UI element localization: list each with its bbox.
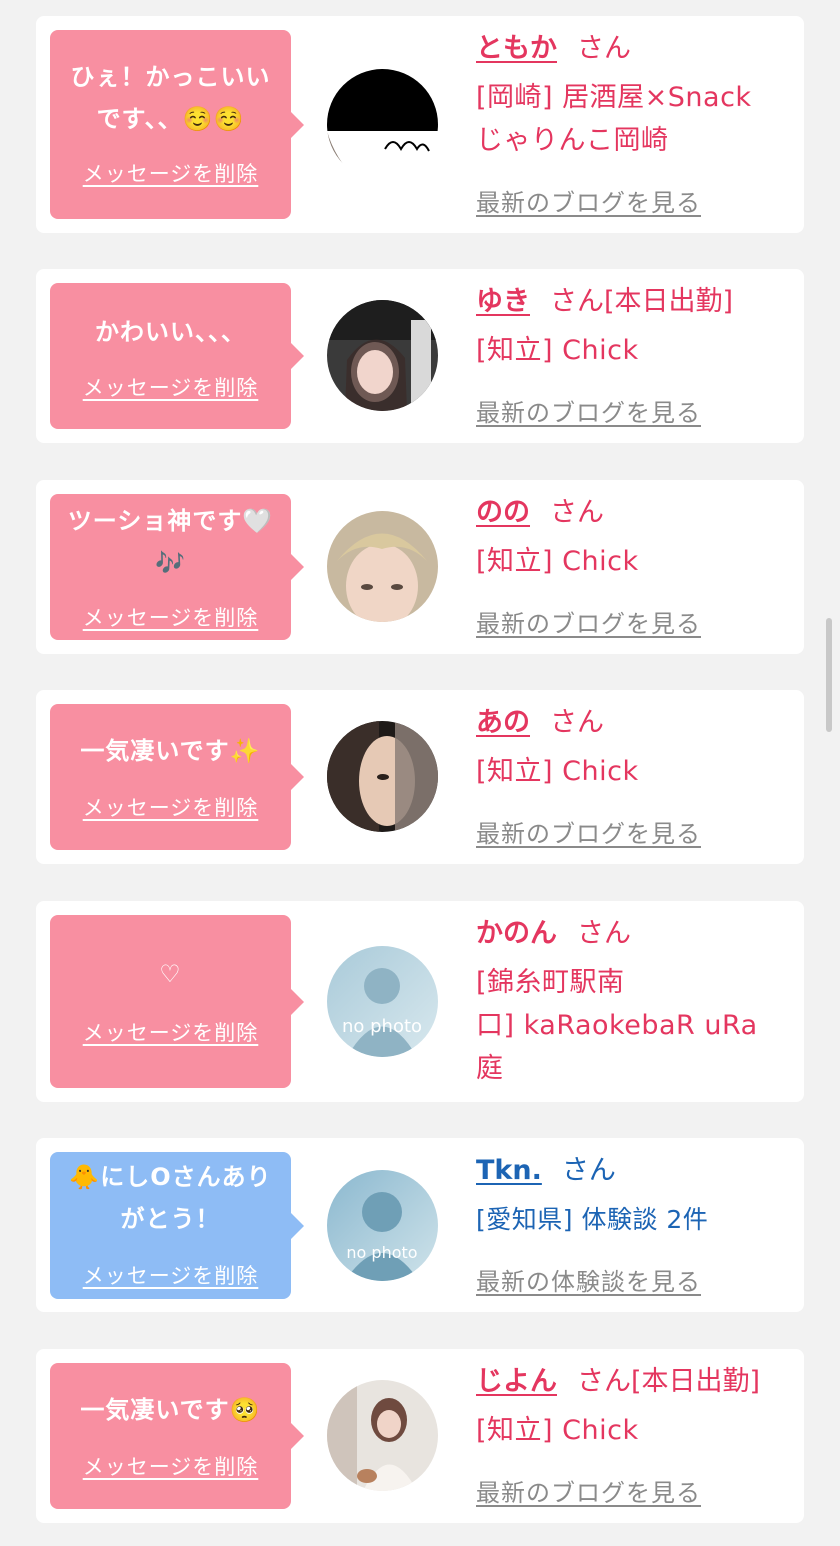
avatar[interactable]: [327, 721, 438, 832]
delete-message-link[interactable]: メッセージを削除: [50, 158, 291, 188]
sender-name-line: Tkn. さん: [476, 1154, 616, 1188]
latest-review-link[interactable]: 最新の体験談を見る: [476, 1262, 701, 1297]
shop-line: 庭: [476, 1053, 504, 1084]
message-text: 一気凄いです🥺: [54, 1389, 287, 1431]
message-text: ツーショ神です🤍 🎶: [54, 500, 287, 584]
message-line: 🐥にしOさんあり: [69, 1163, 272, 1191]
message-line: がとう！: [120, 1205, 221, 1233]
message-bubble: 一気凄いです🥺 メッセージを削除: [50, 1363, 304, 1509]
sender-name-line: ともか さん: [476, 32, 631, 66]
sender-name-link[interactable]: のの: [476, 497, 530, 528]
message-card: ツーショ神です🤍 🎶 メッセージを削除 のの さん [知立] Chick 最新のブ…: [36, 480, 804, 654]
san-suffix: さん[本日出勤]: [577, 1366, 761, 1397]
message-line: ひぇ！かっこいい: [70, 63, 271, 91]
avatar[interactable]: [327, 511, 438, 622]
sender-name-link[interactable]: Tkn.: [476, 1155, 542, 1186]
avatar[interactable]: no photo: [327, 946, 438, 1057]
message-card: 一気凄いです✨ メッセージを削除 あの さん [知立] Chick 最新のブログを…: [36, 690, 804, 864]
avatar[interactable]: [327, 1380, 438, 1491]
san-suffix: さん: [577, 918, 631, 949]
message-card: ♡ メッセージを削除 no photo かのん さん [錦糸町駅南 口] kaRa…: [36, 901, 804, 1102]
sender-name-link[interactable]: ともか: [476, 33, 557, 64]
message-line: ♡: [159, 960, 182, 988]
message-bubble: ひぇ！かっこいい です、、☺️☺️ メッセージを削除: [50, 30, 304, 219]
shop-line: [知立] Chick: [476, 1415, 639, 1446]
message-card: かわいい、、、 メッセージを削除 ゆき さん[本日出勤] [知立] Chick 最…: [36, 269, 804, 443]
shop-info: [愛知県] 体験談 2件: [476, 1198, 786, 1241]
message-text: 🐥にしOさんあり がとう！: [54, 1156, 287, 1240]
latest-blog-link[interactable]: 最新のブログを見る: [476, 814, 701, 849]
message-text: 一気凄いです✨: [54, 730, 287, 772]
shop-line: [愛知県] 体験談 2件: [476, 1205, 709, 1234]
sender-name-link[interactable]: じよん: [476, 1366, 557, 1397]
message-card: 🐥にしOさんあり がとう！ メッセージを削除 no photo Tkn. さん […: [36, 1138, 804, 1312]
latest-blog-link[interactable]: 最新のブログを見る: [476, 393, 701, 428]
message-line: ツーショ神です🤍: [67, 507, 274, 535]
sender-name-line: あの さん: [476, 706, 604, 740]
delete-message-link[interactable]: メッセージを削除: [50, 1017, 291, 1047]
sender-name-line: かのん さん: [476, 917, 631, 951]
avatar[interactable]: [327, 300, 438, 411]
message-line: 🎶: [155, 549, 186, 577]
message-text: かわいい、、、: [54, 311, 287, 353]
message-bubble: かわいい、、、 メッセージを削除: [50, 283, 304, 429]
message-bubble: ♡ メッセージを削除: [50, 915, 304, 1088]
shop-line: じゃりんこ岡崎: [476, 125, 669, 156]
sender-name-link[interactable]: ゆき: [476, 286, 530, 317]
shop-info: [知立] Chick: [476, 1409, 786, 1452]
shop-info: [知立] Chick: [476, 750, 786, 793]
shop-line: 口] kaRaokebaR uRa: [476, 1010, 758, 1041]
avatar[interactable]: no photo: [327, 1170, 438, 1281]
sender-name-line: じよん さん[本日出勤]: [476, 1365, 760, 1399]
sender-name: かのん: [476, 918, 557, 949]
san-suffix: さん: [577, 33, 631, 64]
no-photo-label: no photo: [346, 1243, 417, 1262]
shop-line: [知立] Chick: [476, 756, 639, 787]
message-line: 一気凄いです✨: [80, 737, 261, 765]
shop-line: [知立] Chick: [476, 546, 639, 577]
san-suffix: さん: [561, 1155, 616, 1186]
message-line: かわいい、、、: [95, 318, 246, 346]
message-card: ひぇ！かっこいい です、、☺️☺️ メッセージを削除 ともか さん [岡崎] 居酒…: [36, 16, 804, 233]
shop-line: [知立] Chick: [476, 335, 639, 366]
message-line: です、、☺️☺️: [96, 105, 245, 133]
san-suffix: さん[本日出勤]: [550, 286, 734, 317]
shop-info: [岡崎] 居酒屋×Snack じゃりんこ岡崎: [476, 76, 786, 162]
message-card: 一気凄いです🥺 メッセージを削除 じよん さん[本日出勤] [知立] Chick …: [36, 1349, 804, 1523]
delete-message-link[interactable]: メッセージを削除: [50, 372, 291, 402]
message-bubble: 一気凄いです✨ メッセージを削除: [50, 704, 304, 850]
latest-blog-link[interactable]: 最新のブログを見る: [476, 604, 701, 639]
scrollbar[interactable]: [826, 618, 832, 732]
latest-blog-link[interactable]: 最新のブログを見る: [476, 1473, 701, 1508]
message-line: 一気凄いです🥺: [80, 1396, 261, 1424]
latest-blog-link[interactable]: 最新のブログを見る: [476, 183, 701, 218]
delete-message-link[interactable]: メッセージを削除: [50, 1451, 291, 1481]
avatar[interactable]: [327, 69, 438, 180]
no-photo-label: no photo: [342, 1016, 422, 1037]
shop-line: [錦糸町駅南: [476, 967, 625, 998]
shop-line: [岡崎] 居酒屋×Snack: [476, 82, 752, 113]
delete-message-link[interactable]: メッセージを削除: [50, 602, 291, 632]
delete-message-link[interactable]: メッセージを削除: [50, 1260, 291, 1290]
sender-name-line: ゆき さん[本日出勤]: [476, 285, 733, 319]
message-text: ひぇ！かっこいい です、、☺️☺️: [54, 56, 287, 140]
shop-info: [知立] Chick: [476, 329, 786, 372]
shop-info: [錦糸町駅南 口] kaRaokebaR uRa 庭: [476, 961, 786, 1090]
message-text: ♡: [54, 953, 287, 995]
san-suffix: さん: [550, 497, 604, 528]
sender-name-link[interactable]: あの: [476, 707, 530, 738]
message-bubble: 🐥にしOさんあり がとう！ メッセージを削除: [50, 1152, 304, 1299]
sender-name-line: のの さん: [476, 496, 604, 530]
message-bubble: ツーショ神です🤍 🎶 メッセージを削除: [50, 494, 304, 640]
san-suffix: さん: [550, 707, 604, 738]
delete-message-link[interactable]: メッセージを削除: [50, 792, 291, 822]
shop-info: [知立] Chick: [476, 540, 786, 583]
